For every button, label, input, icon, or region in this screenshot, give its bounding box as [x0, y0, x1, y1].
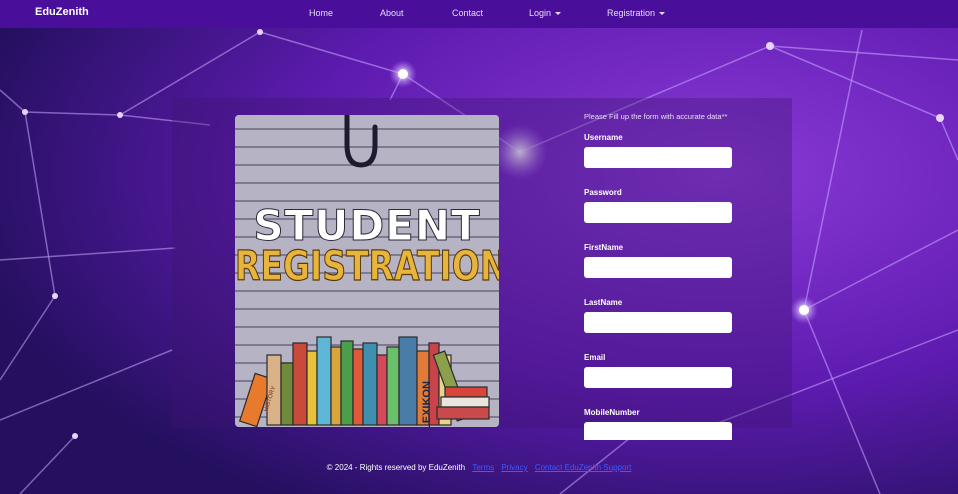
brand-link[interactable]: EduZenith: [35, 6, 89, 18]
form-instructions: Please Fill up the form with accurate da…: [584, 112, 728, 121]
email-input[interactable]: [584, 367, 732, 388]
firstname-input[interactable]: [584, 257, 732, 278]
nav-home[interactable]: Home: [309, 8, 333, 18]
poster-title-registration: REGISTRATION: [235, 240, 499, 290]
lastname-label: LastName: [584, 298, 623, 307]
navbar: EduZenith Home About Contact Login Regis…: [0, 0, 958, 28]
chevron-down-icon: [555, 12, 562, 16]
nav-login-dropdown[interactable]: Login: [529, 8, 562, 18]
email-label: Email: [584, 353, 606, 362]
registration-form: Please Fill up the form with accurate da…: [584, 112, 744, 440]
username-input[interactable]: [584, 147, 732, 168]
chevron-down-icon: [659, 12, 666, 16]
student-registration-image: LEXIKON HISTORY STUDENT REGISTRATION: [235, 115, 499, 427]
mobilenumber-input[interactable]: [584, 422, 732, 440]
password-input[interactable]: [584, 202, 732, 223]
footer-privacy-link[interactable]: Privacy: [501, 463, 527, 472]
lastname-input[interactable]: [584, 312, 732, 333]
firstname-label: FirstName: [584, 243, 624, 252]
username-label: Username: [584, 133, 623, 142]
footer-terms-link[interactable]: Terms: [472, 463, 494, 472]
mobilenumber-label: MobileNumber: [584, 408, 640, 417]
nav-login-label: Login: [529, 8, 552, 18]
password-label: Password: [584, 188, 622, 197]
footer-copyright: © 2024 - Rights reserved by EduZenith: [326, 463, 466, 472]
nav-registration-label: Registration: [607, 8, 656, 18]
nav-about[interactable]: About: [380, 8, 404, 18]
nav-contact[interactable]: Contact: [452, 8, 483, 18]
nav-registration-dropdown[interactable]: Registration: [607, 8, 666, 18]
footer: © 2024 - Rights reserved by EduZenith Te…: [0, 463, 958, 472]
poster-book-spine-lexikon: LEXIKON: [421, 381, 433, 427]
footer-support-link[interactable]: Contact EduZenith Support: [535, 463, 632, 472]
